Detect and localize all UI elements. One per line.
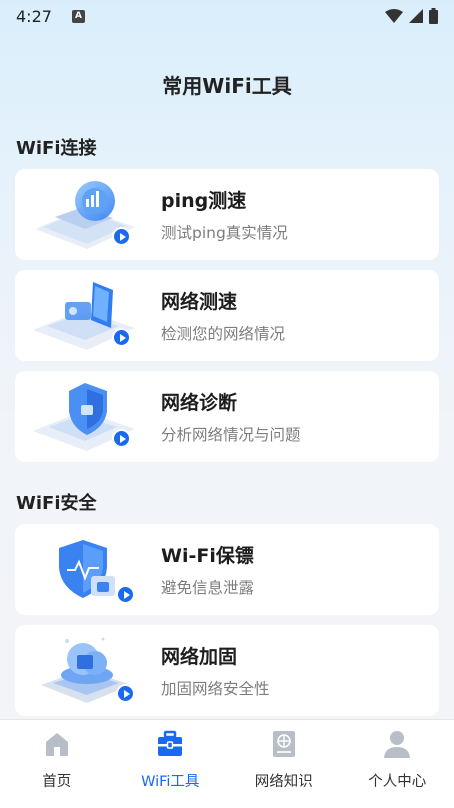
a-badge-icon: A — [71, 9, 85, 23]
signal-icon — [409, 9, 423, 23]
tool-card-network-diagnose[interactable]: 网络诊断 分析网络情况与问题 — [15, 371, 439, 462]
status-bar: 4:27 A — [0, 0, 454, 32]
tab-label: 网络知识 — [254, 774, 313, 790]
tool-title: ping测速 — [161, 190, 247, 212]
page-title: 常用WiFi工具 — [162, 74, 292, 98]
tool-subtitle: 加固网络安全性 — [161, 680, 270, 698]
tool-subtitle: 分析网络情况与问题 — [161, 426, 301, 444]
shield-lock-icon — [15, 524, 161, 615]
tool-card-ping-speed[interactable]: ping测速 测试ping真实情况 — [15, 169, 439, 260]
section-title-wifi-security: WiFi安全 — [16, 493, 97, 514]
tool-card-wifi-guard[interactable]: Wi-Fi保镖 避免信息泄露 — [15, 524, 439, 615]
tab-label: WiFi工具 — [141, 774, 200, 790]
book-icon — [272, 731, 295, 757]
tab-home[interactable]: 首页 — [0, 720, 114, 808]
phone-speed-icon — [15, 270, 161, 361]
play-icon — [112, 328, 131, 347]
tool-title: 网络诊断 — [161, 392, 238, 414]
tab-label: 个人中心 — [368, 774, 427, 790]
person-icon — [384, 731, 411, 758]
battery-icon — [429, 8, 438, 24]
tool-card-network-speed[interactable]: 网络测速 检测您的网络情况 — [15, 270, 439, 361]
tool-title: Wi-Fi保镖 — [161, 545, 254, 567]
home-icon — [45, 733, 68, 756]
tool-subtitle: 检测您的网络情况 — [161, 325, 286, 343]
section-title-wifi-connect: WiFi连接 — [16, 138, 97, 159]
tab-network-knowledge[interactable]: 网络知识 — [227, 720, 341, 808]
tool-subtitle: 避免信息泄露 — [161, 579, 255, 597]
ping-speed-icon — [15, 169, 161, 260]
status-time: 4:27 — [16, 6, 52, 26]
tool-subtitle: 测试ping真实情况 — [161, 224, 288, 242]
toolbox-icon — [158, 730, 183, 756]
play-icon — [116, 684, 135, 703]
play-icon — [112, 227, 131, 246]
tab-wifi-tools[interactable]: WiFi工具 — [114, 720, 228, 808]
cloud-lock-icon — [15, 625, 161, 716]
tool-title: 网络测速 — [161, 291, 238, 313]
tool-card-network-harden[interactable]: 网络加固 加固网络安全性 — [15, 625, 439, 716]
wifi-icon — [385, 9, 403, 23]
status-icons — [385, 8, 438, 24]
play-icon — [112, 429, 131, 448]
play-icon — [116, 585, 135, 604]
tab-label: 首页 — [42, 774, 72, 790]
tab-profile[interactable]: 个人中心 — [341, 720, 454, 808]
tool-title: 网络加固 — [161, 646, 238, 668]
shield-diagnose-icon — [15, 371, 161, 462]
bottom-tab-bar: 首页 WiFi工具 网络知识 个人中心 — [0, 719, 454, 808]
